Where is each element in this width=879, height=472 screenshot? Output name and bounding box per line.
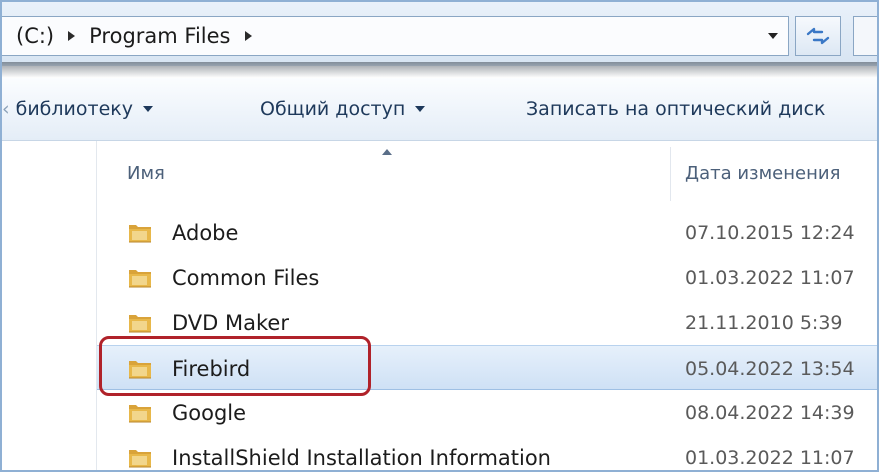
sort-ascending-icon (382, 149, 392, 155)
folder-icon (129, 361, 151, 379)
command-toolbar: ‹ библиотеку Общий доступ Записать на оп… (2, 78, 877, 141)
file-name: Adobe (172, 220, 239, 245)
refresh-button[interactable] (795, 16, 841, 56)
navigation-pane[interactable] (2, 141, 97, 470)
chevron-right-icon[interactable] (244, 31, 252, 41)
folder-icon (129, 405, 151, 423)
add-to-library-label: библиотеку (15, 98, 133, 120)
file-row[interactable]: Firebird 05.04.2022 13:54 (97, 345, 877, 390)
add-to-library-button[interactable]: ‹ библиотеку (2, 78, 153, 140)
address-bar[interactable]: (C:) Program Files (2, 16, 789, 56)
chevron-down-icon (415, 106, 426, 112)
share-label: Общий доступ (260, 98, 406, 120)
share-button[interactable]: Общий доступ (260, 78, 426, 140)
chevron-down-icon (768, 33, 778, 39)
file-name: DVD Maker (172, 310, 289, 335)
toolbar-separator: ‹ (2, 98, 10, 120)
refresh-icon (806, 27, 830, 45)
explorer-window: (C:) Program Files ‹ библиотеку Общий до… (0, 0, 879, 472)
file-row[interactable]: InstallShield Installation Information 01… (97, 435, 877, 470)
file-row[interactable]: Common Files 01.03.2022 11:07 (97, 255, 877, 300)
file-date-modified: 01.03.2022 11:07 (685, 266, 855, 289)
column-header-date[interactable]: Дата изменения (685, 141, 840, 205)
folder-icon (129, 315, 151, 333)
breadcrumb: (C:) Program Files (16, 17, 266, 55)
breadcrumb-program-files[interactable]: Program Files (89, 24, 230, 48)
folder-icon (129, 225, 151, 243)
column-divider[interactable] (670, 147, 671, 201)
file-name: Google (172, 400, 247, 425)
file-date-modified: 01.03.2022 11:07 (685, 446, 855, 469)
file-date-modified: 05.04.2022 13:54 (685, 357, 855, 380)
file-row[interactable]: Google 08.04.2022 14:39 (97, 390, 877, 435)
address-bar-area: (C:) Program Files (2, 2, 877, 66)
file-date-modified: 07.10.2015 12:24 (685, 221, 855, 244)
burn-disc-label: Записать на оптический диск (526, 98, 826, 120)
file-date-modified: 08.04.2022 14:39 (685, 401, 855, 424)
file-name: Firebird (172, 356, 251, 381)
file-name: Common Files (172, 265, 320, 290)
file-name: InstallShield Installation Information (172, 445, 551, 470)
address-history-dropdown[interactable] (759, 17, 787, 55)
folder-icon (129, 450, 151, 468)
chevron-down-icon (143, 106, 153, 112)
column-header-row: Имя Дата изменения (97, 141, 877, 205)
folder-icon (129, 270, 151, 288)
file-date-modified: 21.11.2010 5:39 (685, 311, 843, 334)
address-bar-shadow (2, 62, 877, 78)
chevron-right-icon[interactable] (68, 31, 76, 41)
burn-disc-button[interactable]: Записать на оптический диск (526, 78, 826, 140)
file-row[interactable]: DVD Maker 21.11.2010 5:39 (97, 300, 877, 345)
breadcrumb-drive[interactable]: (C:) (16, 24, 54, 48)
search-box[interactable] (853, 16, 877, 56)
column-header-name[interactable]: Имя (127, 141, 165, 205)
file-row[interactable]: Adobe 07.10.2015 12:24 (97, 210, 877, 255)
